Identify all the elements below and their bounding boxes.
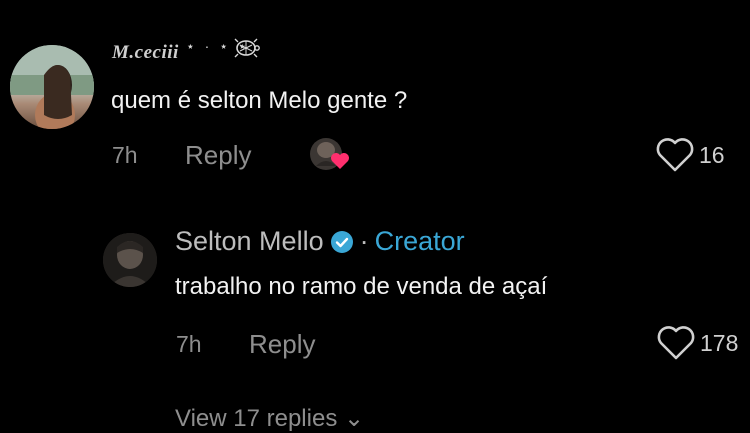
reply-button[interactable]: Reply <box>185 140 251 171</box>
avatar-photo <box>10 45 94 129</box>
heart-outline-icon <box>656 138 694 172</box>
commenter-avatar[interactable] <box>10 45 94 129</box>
like-button[interactable]: 16 <box>655 137 725 173</box>
creator-liked-badge <box>308 136 354 172</box>
view-replies-button[interactable]: View 17 replies ⌄ <box>175 404 364 433</box>
turtle-icon <box>234 38 260 58</box>
creator-avatar-photo <box>103 233 157 287</box>
comment-time: 7h <box>176 331 202 357</box>
creator-liked-heart-icon <box>331 153 349 169</box>
comment-text: quem é selton Melo gente ? <box>111 87 408 114</box>
like-button[interactable]: 178 <box>656 325 738 361</box>
verified-badge-icon <box>330 230 353 253</box>
creator-avatar[interactable] <box>103 233 157 287</box>
heart-outline-icon <box>657 326 695 360</box>
reply-button[interactable]: Reply <box>249 329 315 360</box>
comment-text: trabalho no ramo de venda de açaí <box>175 273 548 300</box>
like-count: 178 <box>700 329 739 356</box>
comment-username[interactable]: Selton Mello <box>175 226 324 257</box>
creator-tag: Creator <box>374 226 465 256</box>
like-count: 16 <box>699 141 725 168</box>
comment-time: 7h <box>112 142 138 168</box>
comment-username[interactable]: M.ceciii <box>112 42 179 64</box>
creator-name-row: Selton Mello · Creator <box>175 226 465 257</box>
separator-dot: · <box>359 226 369 256</box>
